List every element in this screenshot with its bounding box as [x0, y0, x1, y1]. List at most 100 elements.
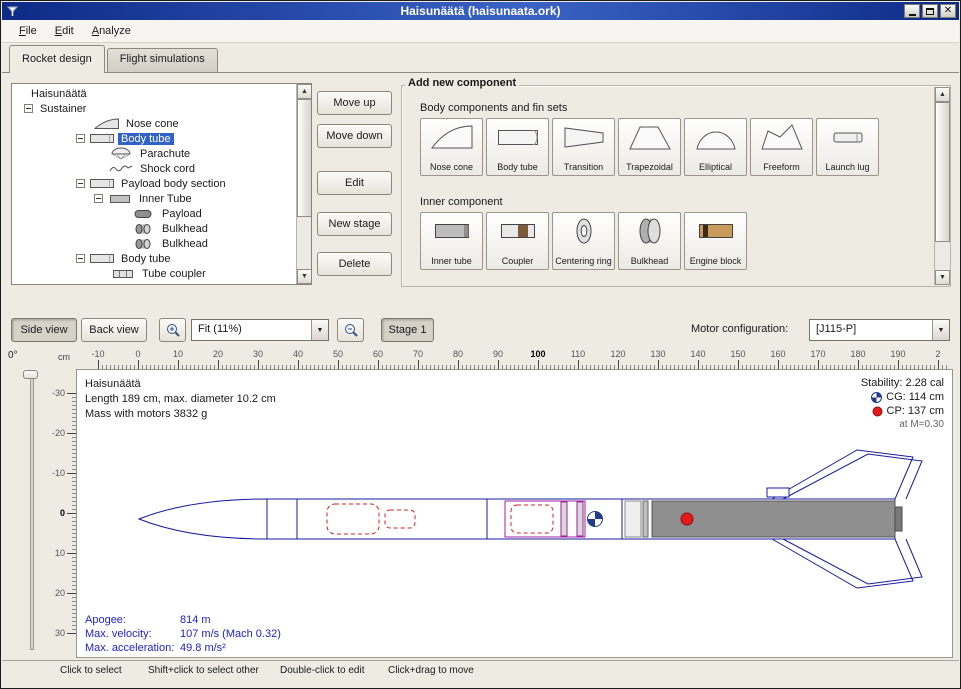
collapse-icon[interactable] — [24, 104, 33, 113]
tree-item-nose-cone[interactable]: Nose cone — [14, 116, 294, 131]
tab-flight-simulations[interactable]: Flight simulations — [107, 48, 218, 72]
rocket-dimensions: Length 189 cm, max. diameter 10.2 cm — [85, 392, 276, 407]
body-components-label: Body components and fin sets — [420, 102, 567, 114]
motor-configuration-value: [J115-P] — [810, 320, 932, 340]
zoom-level-select[interactable]: Fit (11%) ▼ — [191, 319, 329, 341]
add-transition-button[interactable]: Transition — [552, 118, 615, 176]
tree-item-bulkhead[interactable]: Bulkhead — [14, 236, 294, 251]
nose-cone-shape[interactable] — [139, 499, 267, 539]
scroll-up-icon[interactable]: ▲ — [935, 87, 950, 102]
scroll-down-icon[interactable]: ▼ — [935, 270, 950, 285]
close-button[interactable]: ✕ — [940, 4, 956, 18]
collapse-icon[interactable] — [76, 134, 85, 143]
add-elliptical-fin-button[interactable]: Elliptical — [684, 118, 747, 176]
minimize-button[interactable] — [904, 4, 920, 18]
tab-bar: Rocket design Flight simulations — [2, 43, 959, 73]
stage-1-toggle[interactable]: Stage 1 — [381, 318, 434, 342]
new-stage-button[interactable]: New stage — [317, 212, 392, 236]
motor-nozzle-shape — [895, 507, 902, 531]
tree-item-root[interactable]: Haisunäätä — [14, 86, 294, 101]
fin-shape[interactable] — [783, 539, 922, 584]
collapse-icon[interactable] — [76, 254, 85, 263]
rotation-slider-handle[interactable] — [23, 370, 38, 379]
tree-item-body-tube-2[interactable]: Body tube — [14, 251, 294, 266]
collapse-icon[interactable] — [76, 179, 85, 188]
menu-edit[interactable]: Edit — [46, 22, 83, 40]
mach-condition: at M=0.30 — [861, 418, 944, 432]
hint-shift-click: Shift+click to select other — [148, 665, 259, 676]
scroll-down-icon[interactable]: ▼ — [297, 269, 312, 284]
window-title: Haisunäätä (haisunaata.ork) — [2, 4, 959, 18]
motor-configuration-select[interactable]: [J115-P] ▼ — [809, 319, 950, 341]
scrollbar-thumb[interactable] — [935, 102, 950, 242]
add-trapezoidal-fin-button[interactable]: Trapezoidal — [618, 118, 681, 176]
menu-bar: File Edit Analyze — [2, 20, 959, 43]
tree-item-parachute[interactable]: Parachute — [14, 146, 294, 161]
menu-analyze[interactable]: Analyze — [83, 22, 140, 40]
add-engine-block-button[interactable]: Engine block — [684, 212, 747, 270]
tree-item-payload-body-section[interactable]: Payload body section — [14, 176, 294, 191]
add-component-scrollbar[interactable]: ▲ ▼ — [934, 87, 949, 285]
add-nose-cone-button[interactable]: Nose cone — [420, 118, 483, 176]
tree-item-bulkhead[interactable]: Bulkhead — [14, 281, 294, 285]
collapse-icon[interactable] — [94, 194, 103, 203]
launch-lug-shape[interactable] — [767, 488, 789, 497]
rocket-view-canvas[interactable]: Haisunäätä Length 189 cm, max. diameter … — [76, 369, 953, 658]
side-view-button[interactable]: Side view — [11, 318, 77, 342]
max-velocity-value: 107 m/s (Mach 0.32) — [180, 627, 281, 641]
tree-item-body-tube[interactable]: Body tube — [14, 131, 294, 146]
chevron-down-icon: ▼ — [311, 320, 328, 340]
scroll-up-icon[interactable]: ▲ — [297, 84, 312, 99]
flight-stats: Apogee:814 m Max. velocity:107 m/s (Mach… — [85, 613, 281, 655]
window-controls: ✕ — [904, 4, 956, 18]
delete-button[interactable]: Delete — [317, 252, 392, 276]
coupler-icon — [496, 216, 540, 246]
tree-item-sustainer[interactable]: Sustainer — [14, 101, 294, 116]
move-down-button[interactable]: Move down — [317, 124, 392, 148]
add-freeform-fin-button[interactable]: Freeform — [750, 118, 813, 176]
tree-scrollbar[interactable]: ▲ ▼ — [296, 84, 311, 284]
add-body-tube-button[interactable]: Body tube — [486, 118, 549, 176]
scrollbar-thumb[interactable] — [297, 99, 312, 217]
add-inner-tube-button[interactable]: Inner tube — [420, 212, 483, 270]
max-acceleration-value: 49.8 m/s² — [180, 641, 226, 655]
apogee-label: Apogee: — [85, 613, 180, 627]
ruler-unit-label: cm — [58, 352, 70, 362]
max-velocity-label: Max. velocity: — [85, 627, 180, 641]
zoom-out-button[interactable] — [337, 318, 364, 342]
freeform-fin-icon — [760, 122, 804, 152]
payload-icon — [130, 207, 156, 220]
tab-rocket-design[interactable]: Rocket design — [9, 45, 105, 73]
body-tube-shape[interactable] — [267, 499, 487, 539]
tree-item-inner-tube[interactable]: Inner Tube — [14, 191, 294, 206]
bulkhead-icon — [110, 282, 136, 285]
inner-tube-icon — [430, 216, 474, 246]
apogee-value: 814 m — [180, 613, 211, 627]
maximize-button[interactable] — [922, 4, 938, 18]
add-coupler-button[interactable]: Coupler — [486, 212, 549, 270]
tree-item-shock-cord[interactable]: Shock cord — [14, 161, 294, 176]
tree-item-bulkhead[interactable]: Bulkhead — [14, 221, 294, 236]
bulkhead-icon — [130, 237, 156, 250]
add-launch-lug-button[interactable]: Launch lug — [816, 118, 879, 176]
title-bar[interactable]: Haisunäätä (haisunaata.ork) ✕ — [2, 2, 959, 20]
rocket-name: Haisunäätä — [85, 377, 276, 392]
fin-shape[interactable] — [783, 454, 922, 499]
cg-icon — [871, 392, 882, 403]
tree-item-tube-coupler[interactable]: Tube coupler — [14, 266, 294, 281]
tree-item-payload[interactable]: Payload — [14, 206, 294, 221]
zoom-out-icon — [343, 322, 359, 338]
move-up-button[interactable]: Move up — [317, 91, 392, 115]
rotation-slider-track[interactable] — [30, 370, 34, 650]
bulkhead-shape[interactable] — [643, 501, 648, 537]
tube-coupler-shape[interactable] — [625, 501, 641, 537]
add-centering-ring-button[interactable]: Centering ring — [552, 212, 615, 270]
bulkhead-shape[interactable] — [577, 502, 583, 536]
add-bulkhead-button[interactable]: Bulkhead — [618, 212, 681, 270]
back-view-button[interactable]: Back view — [81, 318, 147, 342]
zoom-in-button[interactable] — [159, 318, 186, 342]
bulkhead-shape[interactable] — [561, 502, 567, 536]
edit-button[interactable]: Edit — [317, 171, 392, 195]
menu-file[interactable]: File — [10, 22, 46, 40]
hint-double-click: Double-click to edit — [280, 665, 364, 676]
